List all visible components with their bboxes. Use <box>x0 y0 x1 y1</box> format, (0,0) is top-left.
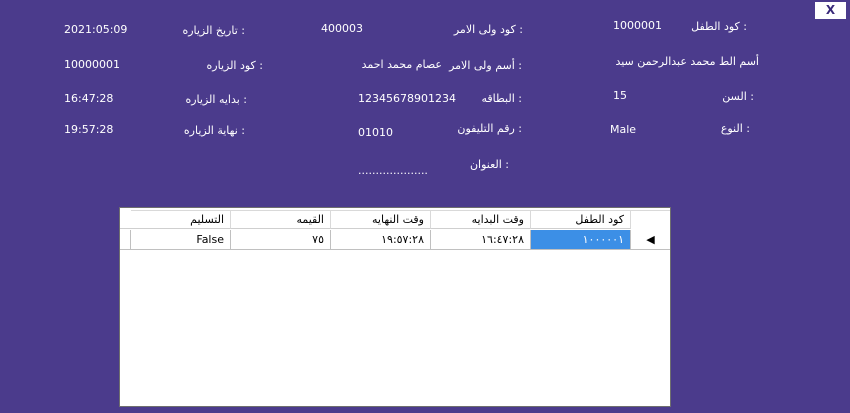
grid-header: كود الطفل وقت البدايه وقت النهايه القيمه… <box>120 211 670 229</box>
child-code-label: كود الطفل : <box>691 20 747 33</box>
phone-label: رقم التليفون : <box>457 122 522 135</box>
child-code-value: 1000001 <box>613 19 662 32</box>
cell-end-time[interactable]: ١٩:٥٧:٢٨ <box>331 230 431 250</box>
visit-start-value: 16:47:28 <box>64 92 114 105</box>
visits-grid[interactable]: كود الطفل وقت البدايه وقت النهايه القيمه… <box>119 207 671 407</box>
cell-start-time[interactable]: ١٦:٤٧:٢٨ <box>431 230 531 250</box>
cell-value[interactable]: ٧٥ <box>231 230 331 250</box>
address-value: .................... <box>358 164 428 177</box>
column-header-child-code[interactable]: كود الطفل <box>531 211 631 229</box>
age-value: 15 <box>613 89 627 102</box>
column-header-end-time[interactable]: وقت النهايه <box>331 211 431 229</box>
visit-end-value: 19:57:28 <box>64 123 114 136</box>
guardian-code-value: 400003 <box>321 22 363 35</box>
column-header-value[interactable]: القيمه <box>231 211 331 229</box>
visit-date-label: تاريخ الزياره : <box>182 24 245 37</box>
visit-code-value: 10000001 <box>64 58 120 71</box>
visit-end-label: نهاية الزياره : <box>183 124 245 137</box>
column-header-start-time[interactable]: وقت البدايه <box>431 211 531 229</box>
visit-code-label: كود الزياره : <box>206 59 263 72</box>
column-header-delivered[interactable]: التسليم <box>131 211 231 229</box>
guardian-name-value: عصام محمد احمد <box>361 58 442 71</box>
age-label: السن : <box>722 90 754 103</box>
visit-start-label: بدايه الزياره : <box>185 93 247 106</box>
row-indicator-icon[interactable]: ◀ <box>631 230 670 250</box>
card-label: البطاقه : <box>481 92 522 105</box>
visit-date-value: 2021:05:09 <box>64 23 128 36</box>
cell-delivered[interactable]: False <box>131 230 231 250</box>
address-label: العنوان : <box>469 158 509 171</box>
gender-value: Male <box>610 123 637 136</box>
gender-label: النوع : <box>720 122 750 135</box>
cell-child-code[interactable]: ١٠٠٠٠٠١ <box>531 230 631 250</box>
phone-value: 01010 <box>358 126 393 139</box>
guardian-name-label: أسم ولى الامر : <box>449 59 522 72</box>
child-name-field: أسم الط محمد عبدالرحمن سيد <box>615 55 759 68</box>
card-value: 12345678901234 <box>358 92 456 105</box>
guardian-code-label: كود ولى الامر : <box>453 23 523 36</box>
table-row[interactable]: ◀ ١٠٠٠٠٠١ ١٦:٤٧:٢٨ ١٩:٥٧:٢٨ ٧٥ False <box>120 230 670 250</box>
close-button[interactable]: X <box>815 2 846 19</box>
